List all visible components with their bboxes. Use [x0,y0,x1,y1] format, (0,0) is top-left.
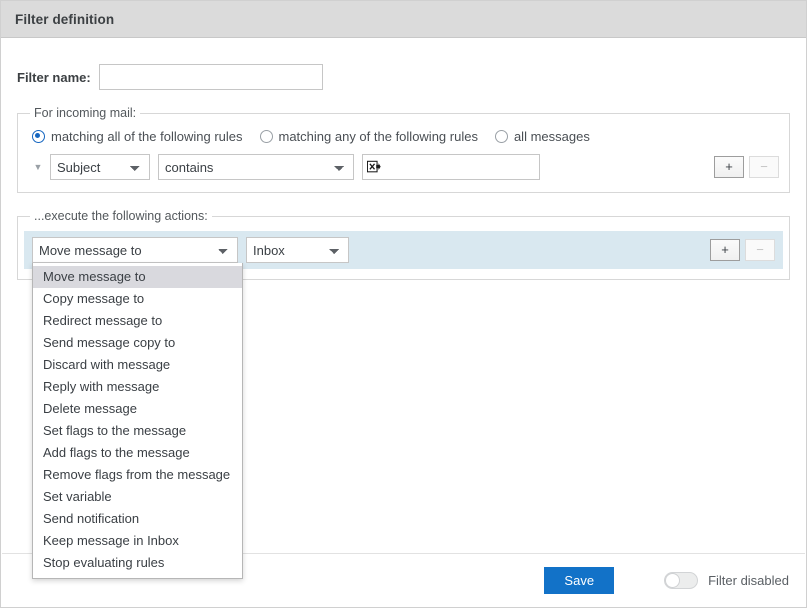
incoming-mail-fieldset: For incoming mail: matching all of the f… [17,106,790,193]
dropdown-item-send-message-copy-to[interactable]: Send message copy to [33,332,242,354]
dropdown-item-move-message-to[interactable]: Move message to [33,266,242,288]
incoming-mail-legend: For incoming mail: [34,106,137,120]
save-button[interactable]: Save [544,566,615,594]
dropdown-item-set-flags[interactable]: Set flags to the message [33,420,242,442]
dropdown-item-reply-with-message[interactable]: Reply with message [33,376,242,398]
dropdown-item-discard-with-message[interactable]: Discard with message [33,354,242,376]
filter-enabled-toggle[interactable] [664,571,699,589]
radio-label-all-messages: all messages [513,129,590,144]
radio-match-all[interactable]: matching all of the following rules [32,129,243,144]
rule-operator-select[interactable]: contains [158,154,354,180]
match-mode-radio-group: matching all of the following rules matc… [28,126,779,150]
actions-fieldset: ...execute the following actions: Move m… [17,209,790,579]
radio-icon-match-any [259,130,273,143]
dropdown-item-copy-message-to[interactable]: Copy message to [33,288,242,310]
dropdown-item-delete-message[interactable]: Delete message [33,398,242,420]
dropdown-item-stop-evaluating-rules[interactable]: Stop evaluating rules [33,552,242,574]
dropdown-item-keep-message-in-inbox[interactable]: Keep message in Inbox [33,530,242,552]
filter-name-input[interactable] [98,64,323,90]
add-action-button[interactable]: + [710,239,740,261]
dropdown-item-send-notification[interactable]: Send notification [33,508,242,530]
remove-rule-button: − [749,156,779,178]
dialog-content: Filter name: For incoming mail: matching… [1,38,806,579]
action-add-remove-group: + − [710,239,775,261]
toggle-knob [665,572,681,588]
insert-variable-icon[interactable] [367,160,381,174]
chevron-down-icon[interactable]: ▼ [30,162,46,172]
filter-definition-window: Filter definition Filter name: For incom… [0,0,807,608]
filter-enabled-toggle-label: Filter disabled [708,572,789,588]
action-folder-select[interactable]: Inbox [246,237,349,263]
radio-all-messages[interactable]: all messages [494,129,590,144]
rule-add-remove-group: + − [714,156,779,178]
rule-row: ▼ Subject contains + − [28,150,779,182]
dropdown-item-add-flags[interactable]: Add flags to the message [33,442,242,464]
action-select-wrapper: Move message to Move message to Copy mes… [32,237,243,579]
radio-label-match-all: matching all of the following rules [51,129,243,144]
window-titlebar: Filter definition [1,1,806,38]
filter-enabled-toggle-wrapper: Filter disabled [664,571,789,589]
add-rule-button[interactable]: + [714,156,744,178]
rule-header-select[interactable]: Subject [50,154,150,180]
actions-legend: ...execute the following actions: [34,209,208,223]
dropdown-item-set-variable[interactable]: Set variable [33,486,242,508]
radio-icon-match-all [32,130,45,143]
rule-value-input[interactable] [362,154,540,180]
action-type-dropdown-menu[interactable]: Move message to Copy message to Redirect… [32,263,243,579]
radio-label-match-any: matching any of the following rules [278,129,478,144]
filter-name-label: Filter name: [17,69,91,85]
dropdown-item-redirect-message-to[interactable]: Redirect message to [33,310,242,332]
radio-icon-all-messages [494,130,508,143]
action-type-select[interactable]: Move message to [32,237,238,263]
radio-match-any[interactable]: matching any of the following rules [259,129,478,144]
action-row: Move message to Move message to Copy mes… [24,231,783,579]
filter-name-row: Filter name: [17,38,790,90]
window-title: Filter definition [15,11,115,27]
dropdown-item-remove-flags[interactable]: Remove flags from the message [33,464,242,486]
remove-action-button: − [745,239,775,261]
